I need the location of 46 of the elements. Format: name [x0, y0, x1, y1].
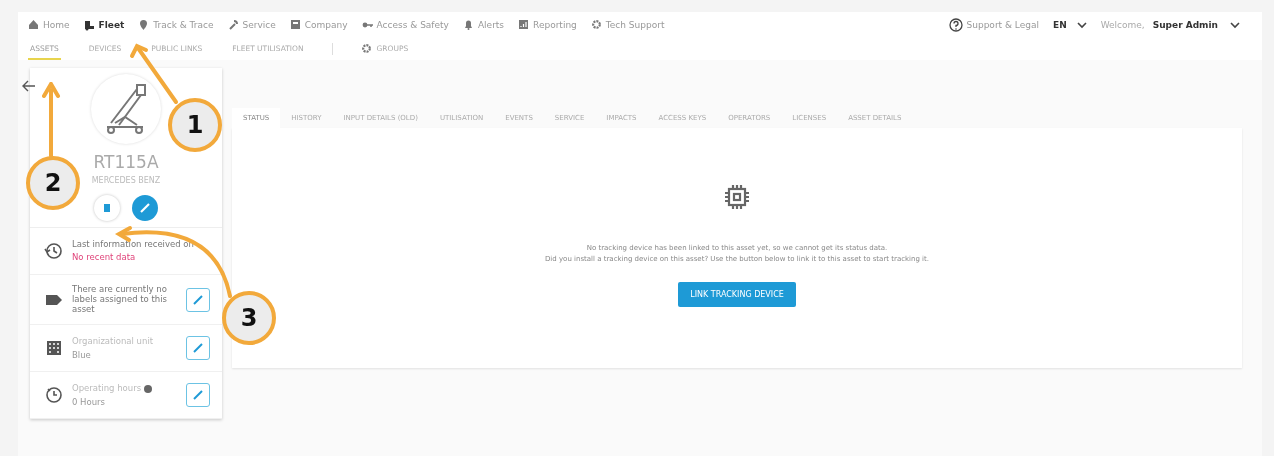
history-icon: [44, 241, 64, 261]
id-card-icon: [289, 19, 301, 31]
pencil-icon: [139, 202, 151, 214]
nav-item[interactable]: Fleet: [83, 19, 125, 31]
asset-name: RT115A: [93, 152, 159, 172]
chip-icon: [724, 184, 750, 210]
edit-button[interactable]: [132, 195, 158, 221]
truck-icon: [83, 19, 95, 31]
nav-item[interactable]: Home: [28, 19, 70, 31]
pencil-icon: [192, 389, 204, 402]
nav-item[interactable]: Service: [227, 19, 276, 31]
bell-icon: [462, 19, 474, 31]
nav-item[interactable]: Alerts: [462, 19, 505, 31]
support-link[interactable]: Support & Legal: [948, 18, 1039, 32]
link-device-button[interactable]: LINK TRACKING DEVICE: [678, 282, 796, 307]
language-dropdown[interactable]: EN: [1053, 20, 1087, 30]
wrench-icon: [227, 19, 239, 31]
asset-make: MERCEDES BENZ: [91, 176, 161, 185]
trash-icon: [103, 203, 111, 213]
help-icon: [948, 18, 963, 32]
info-value: Blue: [72, 349, 92, 360]
info-value: No recent data: [72, 252, 137, 263]
delete-button[interactable]: [94, 195, 120, 221]
chevron-down-icon: [1230, 21, 1240, 29]
pencil-icon: [192, 293, 204, 306]
info-label: Operating hours: [72, 383, 142, 394]
edit-button[interactable]: [186, 383, 210, 408]
pin-icon: [138, 19, 150, 31]
nav-item[interactable]: Reporting: [518, 19, 577, 31]
info-value: 0 Hours: [72, 396, 106, 407]
gear-icon: [360, 42, 372, 54]
timer-icon: [44, 385, 64, 406]
edit-button[interactable]: [186, 336, 210, 361]
nav-item[interactable]: Access & Safety: [361, 19, 449, 31]
home-icon: [28, 19, 39, 31]
chevron-down-icon: [1076, 21, 1087, 29]
nav-item[interactable]: Tech Support: [590, 19, 665, 31]
report-icon: [518, 19, 530, 31]
nav-item[interactable]: Track & Trace: [138, 19, 214, 31]
edit-button[interactable]: [186, 287, 210, 312]
nav-item[interactable]: Company: [289, 19, 348, 31]
pencil-icon: [192, 342, 204, 355]
gear-icon: [590, 19, 602, 31]
info-label: Organizational unit: [72, 336, 155, 347]
user-menu[interactable]: Welcome, Super Admin: [1100, 20, 1240, 30]
info-label: There are currently no labels assigned to this asset: [72, 285, 168, 315]
